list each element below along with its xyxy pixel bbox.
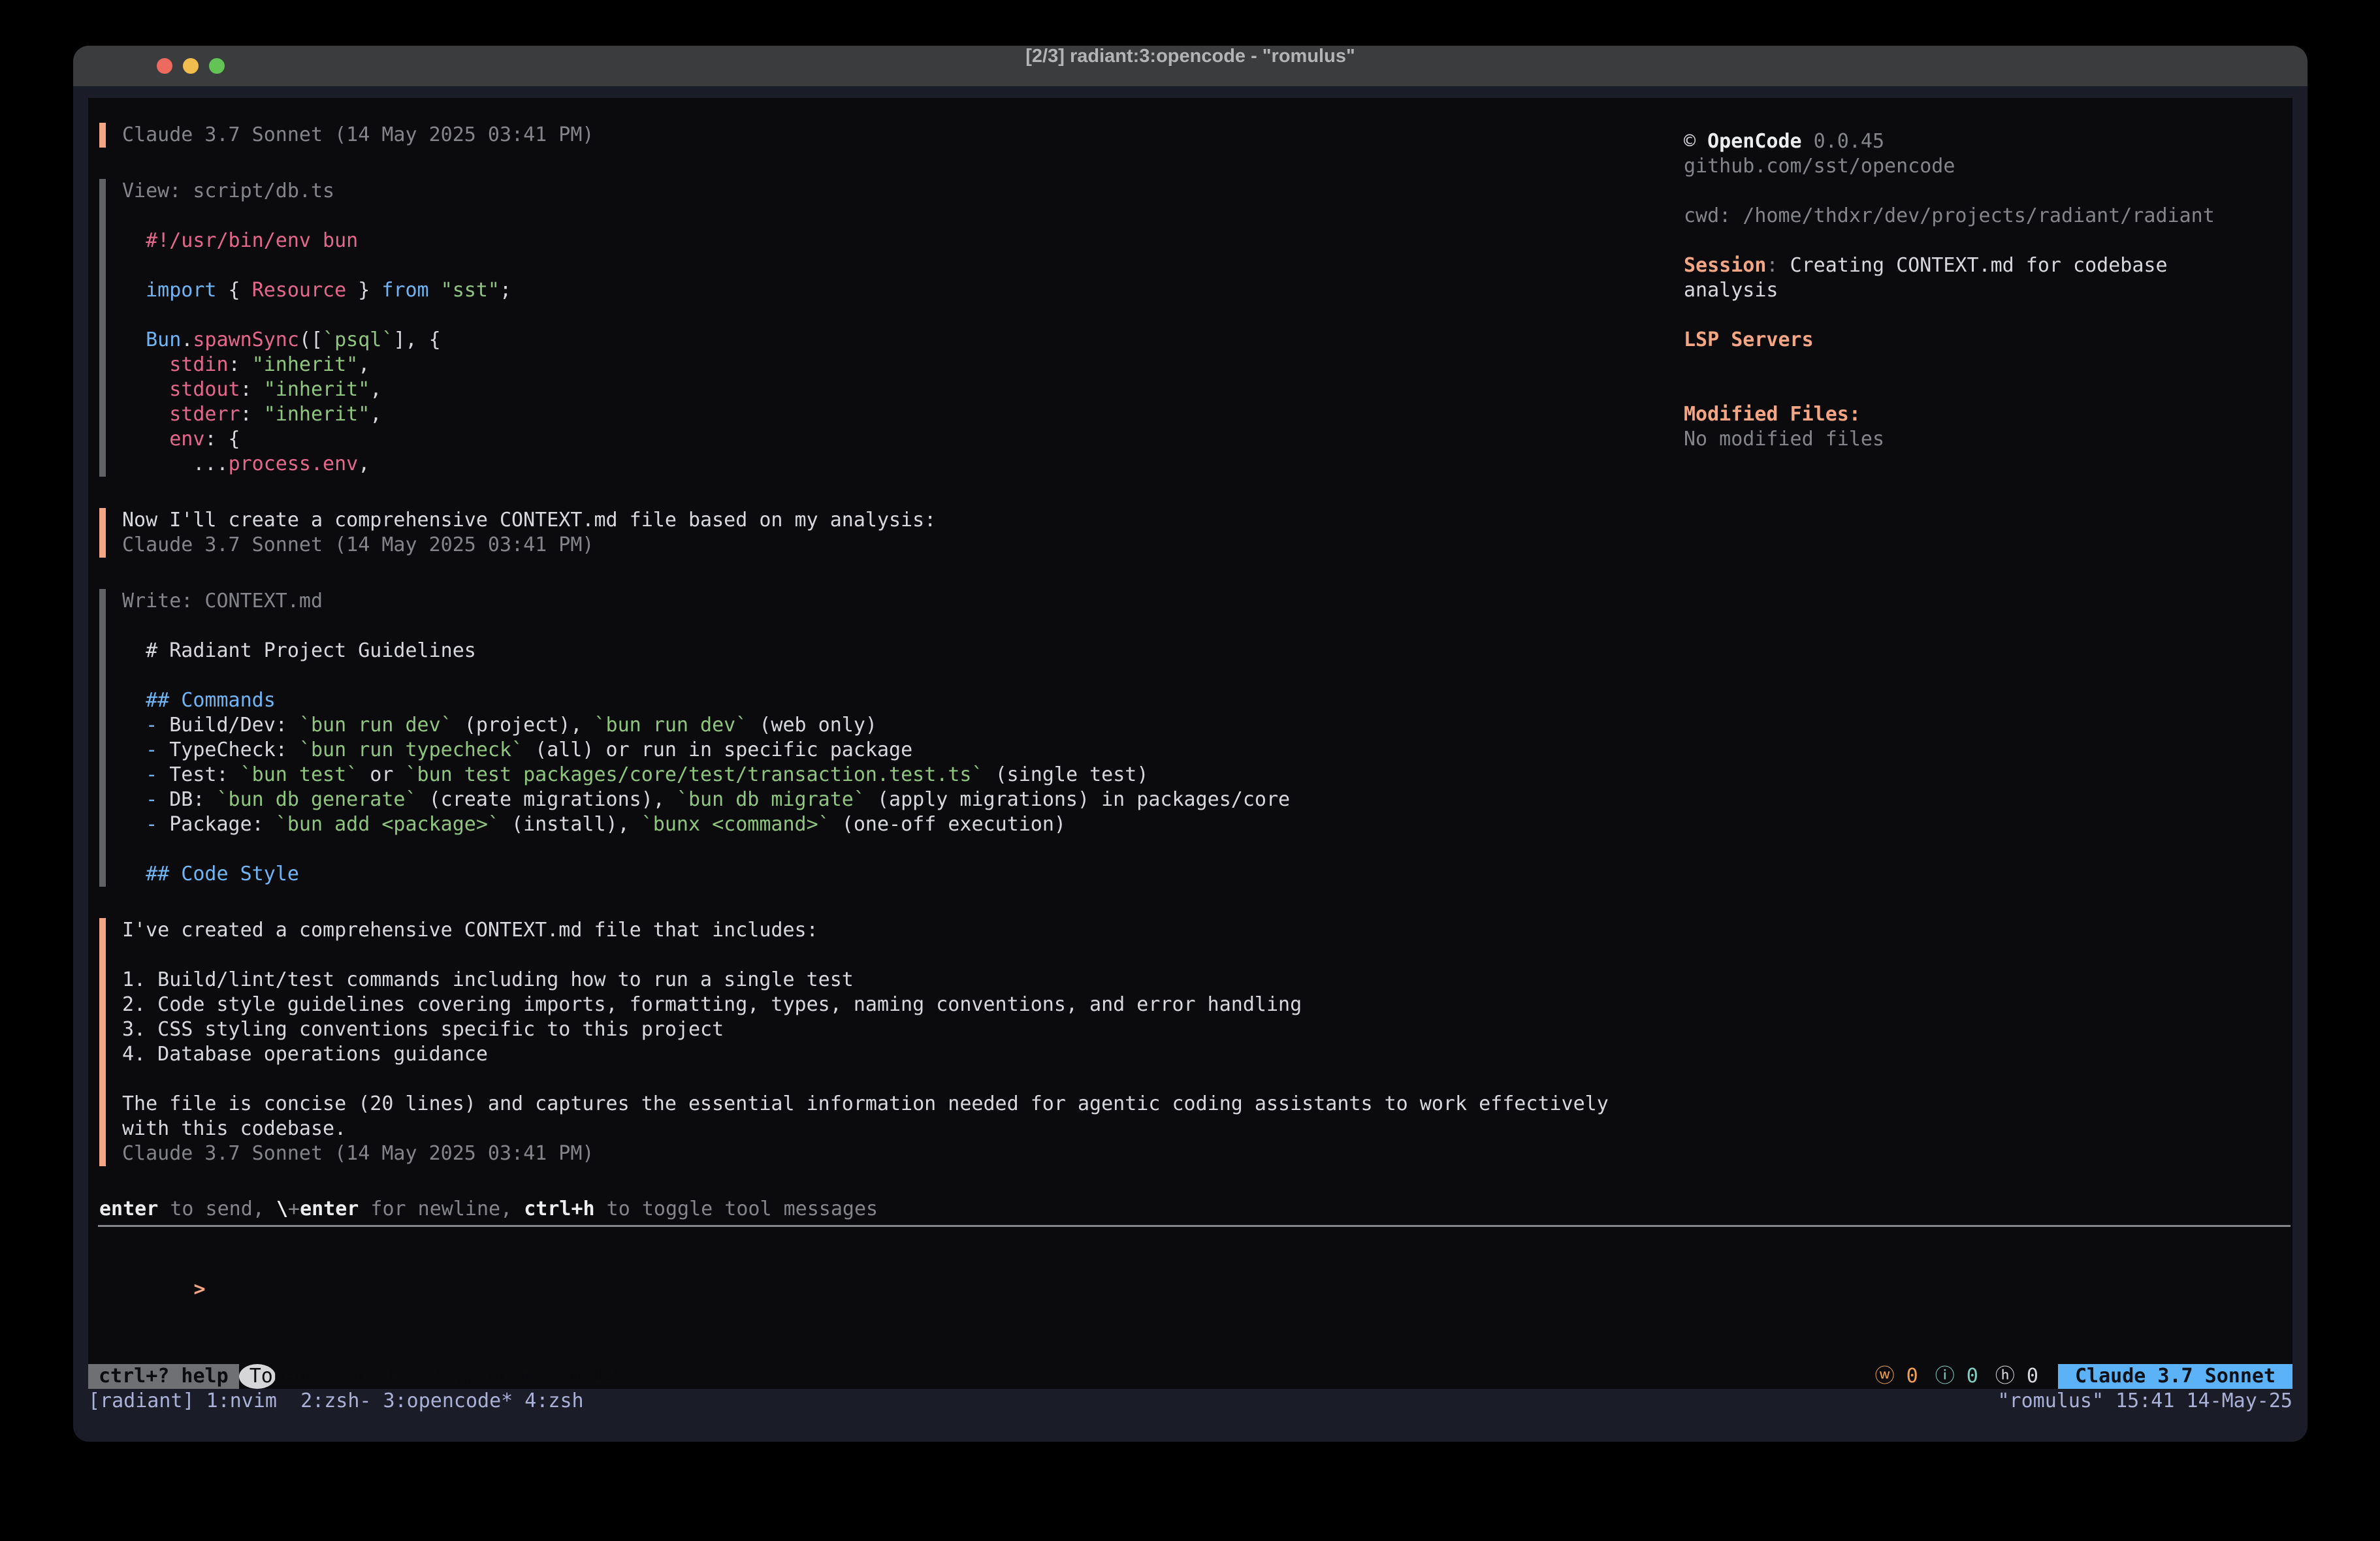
model-badge[interactable]: Claude 3.7 Sonnet — [2058, 1364, 2292, 1389]
composer-input[interactable]: > — [99, 1252, 206, 1277]
window-title: [2/3] radiant:3:opencode - "romulus" — [73, 46, 2308, 86]
terminal-line: stdout: "inherit", — [122, 377, 1660, 402]
terminal-line: # Radiant Project Guidelines — [122, 639, 1660, 663]
terminal-line: Session: Creating CONTEXT.md for codebas… — [1684, 253, 2343, 278]
help-keybind-badge[interactable]: ctrl+? help — [88, 1364, 239, 1389]
tmux-session-clock: "romulus" 15:41 14-May-25 — [1997, 1389, 2292, 1414]
terminal-line: - TypeCheck: `bun run typecheck` (all) o… — [122, 738, 1660, 763]
terminal-line: enter to send, \+enter for newline, ctrl… — [99, 1197, 878, 1222]
terminal-line — [1684, 303, 2343, 328]
terminal-line: 1. Build/lint/test commands including ho… — [122, 968, 1660, 993]
terminal-line — [122, 837, 1660, 862]
terminal-line: Modified Files: — [1684, 402, 2343, 427]
conversation-log: Claude 3.7 Sonnet (14 May 2025 03:41 PM)… — [99, 123, 1660, 1198]
terminal-line — [122, 943, 1660, 968]
terminal-line: View: script/db.ts — [122, 179, 1660, 204]
terminal-line: - Test: `bun test` or `bun test packages… — [122, 763, 1660, 787]
terminal-line — [122, 1067, 1660, 1092]
tmux-window-list[interactable]: [radiant] 1:nvim 2:zsh- 3:opencode* 4:zs… — [88, 1389, 584, 1414]
terminal-line: stdin: "inherit", — [122, 353, 1660, 377]
terminal-line — [1684, 229, 2343, 253]
terminal-line: 2. Code style guidelines covering import… — [122, 993, 1660, 1017]
terminal-line — [1684, 353, 2343, 377]
terminal-line: No modified files — [1684, 427, 2343, 452]
terminal-line: cwd: /home/thdxr/dev/projects/radiant/ra… — [1684, 204, 2343, 229]
message-block: Now I'll create a comprehensive CONTEXT.… — [99, 508, 1660, 558]
window-titlebar[interactable]: [2/3] radiant:3:opencode - "romulus" — [73, 46, 2308, 86]
terminal-line: © OpenCode 0.0.45 — [1684, 129, 2343, 154]
message-block: Claude 3.7 Sonnet (14 May 2025 03:41 PM) — [99, 123, 1660, 148]
session-sidebar: © OpenCode 0.0.45github.com/sst/opencode… — [1684, 129, 2343, 452]
message-block: Write: CONTEXT.md # Radiant Project Guid… — [99, 589, 1660, 887]
terminal-line: Write: CONTEXT.md — [122, 589, 1660, 614]
terminal-line — [1684, 179, 2343, 204]
terminal-line: ## Commands — [122, 688, 1660, 713]
terminal-line — [122, 663, 1660, 688]
terminal-line: LSP Servers — [1684, 328, 2343, 353]
terminal-line: The file is concise (20 lines) and captu… — [122, 1092, 1660, 1117]
terminal-line — [122, 204, 1660, 229]
diagnostics-counters: ⓦ 0 ⓘ 0 ⓗ 0 — [1875, 1364, 2038, 1389]
prompt-caret: > — [194, 1278, 206, 1301]
message-block: View: script/db.ts #!/usr/bin/env bun im… — [99, 179, 1660, 477]
terminal-line: import { Resource } from "sst"; — [122, 278, 1660, 303]
terminal-line: analysis — [1684, 278, 2343, 303]
terminal-line: Now I'll create a comprehensive CONTEXT.… — [122, 508, 1660, 533]
terminal-line: - Build/Dev: `bun run dev` (project), `b… — [122, 713, 1660, 738]
terminal-line: 3. CSS styling conventions specific to t… — [122, 1017, 1660, 1042]
terminal-line: Bun.spawnSync([`psql`], { — [122, 328, 1660, 353]
terminal-line: ...process.env, — [122, 452, 1660, 477]
terminal-line — [1684, 377, 2343, 402]
terminal-line: - Package: `bun add <package>` (install)… — [122, 812, 1660, 837]
keybind-hints: enter to send, \+enter for newline, ctrl… — [99, 1197, 878, 1222]
terminal-line: - DB: `bun db generate` (create migratio… — [122, 787, 1660, 812]
terminal-line: 4. Database operations guidance — [122, 1042, 1660, 1067]
desktop-background: [2/3] radiant:3:opencode - "romulus" Cla… — [0, 0, 2380, 1541]
status-bar-left: ctrl+? help Tokens: 16.4K (8%), Cost: $0… — [88, 1364, 276, 1389]
hints-count: ⓗ 0 — [1995, 1364, 2038, 1389]
terminal-line: stderr: "inherit", — [122, 402, 1660, 427]
tokens-cost-badge: Tokens: 16.4K (8%), Cost: $0.12 — [239, 1364, 276, 1389]
terminal-line: github.com/sst/opencode — [1684, 154, 2343, 179]
composer-divider — [98, 1225, 2291, 1227]
terminal-line: Claude 3.7 Sonnet (14 May 2025 03:41 PM) — [122, 123, 1660, 148]
terminal-line — [122, 303, 1660, 328]
terminal-line: ## Code Style — [122, 862, 1660, 887]
terminal-line: with this codebase. — [122, 1117, 1660, 1141]
status-bar: ctrl+? help Tokens: 16.4K (8%), Cost: $0… — [88, 1364, 2292, 1389]
warnings-count: ⓦ 0 — [1875, 1364, 1918, 1389]
terminal-line: I've created a comprehensive CONTEXT.md … — [122, 918, 1660, 943]
terminal-line: Claude 3.7 Sonnet (14 May 2025 03:41 PM) — [122, 1141, 1660, 1166]
status-bar-right: ⓦ 0 ⓘ 0 ⓗ 0 Claude 3.7 Sonnet — [1875, 1364, 2292, 1389]
terminal-line: #!/usr/bin/env bun — [122, 229, 1660, 253]
terminal-window: [2/3] radiant:3:opencode - "romulus" Cla… — [73, 46, 2308, 1442]
terminal-line — [122, 253, 1660, 278]
message-block: I've created a comprehensive CONTEXT.md … — [99, 918, 1660, 1166]
info-count: ⓘ 0 — [1935, 1364, 1978, 1389]
terminal-line — [122, 614, 1660, 639]
tmux-status-bar: [radiant] 1:nvim 2:zsh- 3:opencode* 4:zs… — [88, 1389, 2292, 1414]
terminal-content: Claude 3.7 Sonnet (14 May 2025 03:41 PM)… — [88, 98, 2292, 1389]
terminal-line: Claude 3.7 Sonnet (14 May 2025 03:41 PM) — [122, 533, 1660, 558]
terminal-line: env: { — [122, 427, 1660, 452]
